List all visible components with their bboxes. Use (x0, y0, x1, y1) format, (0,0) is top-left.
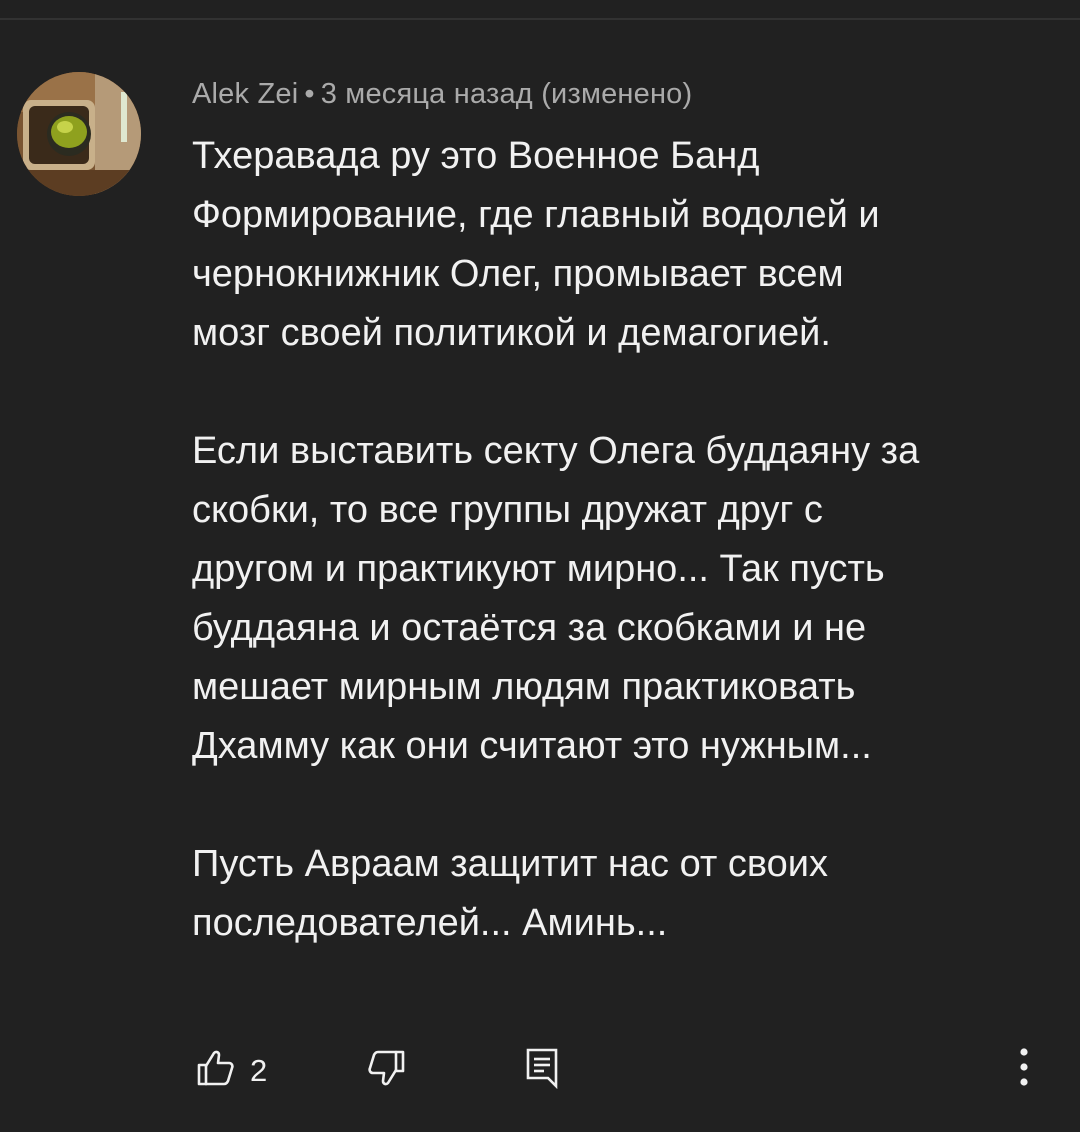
reply-button[interactable] (522, 1046, 562, 1095)
comment-line: мешает мирным людям практиковать (192, 666, 856, 708)
comment-line: последователей... Аминь... (192, 902, 668, 944)
avatar-image (17, 72, 141, 196)
comment-blank-line (192, 776, 1052, 835)
more-options-button[interactable] (1004, 1044, 1044, 1094)
thumb-down-outline-icon (366, 1048, 406, 1093)
comment-line: Дхамму как они считают это нужным... (192, 725, 872, 767)
comment-line: Если выставить секту Олега буддаяну за (192, 430, 920, 472)
avatar[interactable] (17, 72, 141, 196)
more-vertical-icon (1018, 1045, 1030, 1094)
comment-time[interactable]: 3 месяца назад (321, 78, 533, 110)
comment-line: скобки, то все группы дружат друг с (192, 489, 823, 531)
comment-line: мозг своей политикой и демагогией. (192, 312, 831, 354)
comment-blank-line (192, 363, 1052, 422)
thumb-up-outline-icon (196, 1048, 236, 1093)
like-count: 2 (250, 1052, 268, 1088)
comment-line: Тхеравада ру это Военное Банд (192, 135, 760, 177)
author-name[interactable]: Alek Zei (192, 78, 298, 110)
comment-line: буддаяна и остаётся за скобками и не (192, 607, 867, 649)
comment-actions: 2 (0, 1040, 1080, 1104)
like-button[interactable]: 2 (196, 1048, 267, 1093)
top-divider (0, 18, 1080, 20)
comment-line: чернокнижник Олег, промывает всем (192, 253, 844, 295)
meta-separator: • (304, 78, 315, 110)
reply-comment-icon (522, 1046, 562, 1095)
edited-label: (изменено) (541, 78, 693, 110)
comment-meta: Alek Zei • 3 месяца назад (изменено) (192, 74, 692, 114)
dislike-button[interactable] (366, 1048, 406, 1093)
comment-line: Формирование, где главный водолей и (192, 194, 880, 236)
comment-line: Пусть Авраам защитит нас от своих (192, 843, 828, 885)
comment-text: Тхеравада ру это Военное Банд Формирован… (192, 127, 1052, 953)
comment-line: другом и практикуют мирно... Так пусть (192, 548, 885, 590)
